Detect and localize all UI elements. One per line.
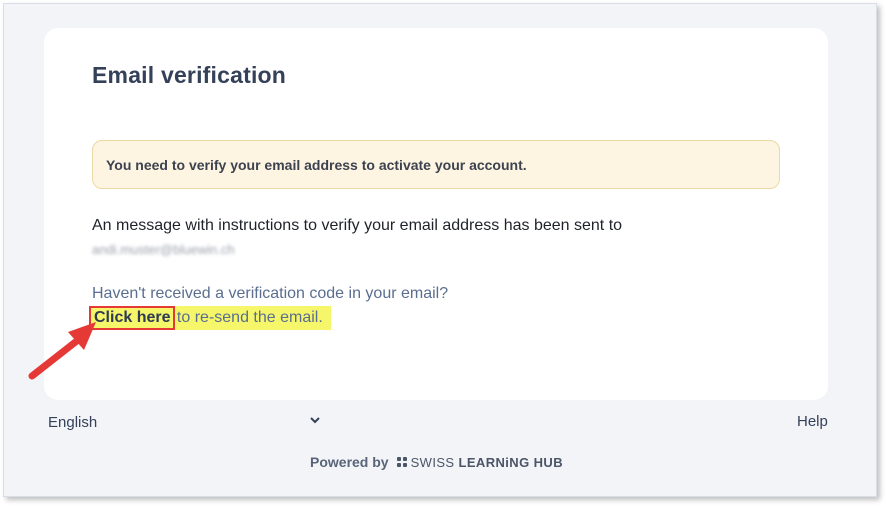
brand-name: SWISS LEARNiNG HUB (410, 454, 563, 470)
chevron-down-icon[interactable] (309, 414, 321, 429)
brand-logo: SWISS LEARNiNG HUB (396, 454, 563, 470)
powered-by: Powered by SWISS LEARNiNG HUB (310, 454, 563, 470)
language-select[interactable]: English (48, 414, 97, 431)
help-link[interactable]: Help (797, 413, 828, 430)
logo-dots-icon (396, 457, 407, 467)
powered-by-label: Powered by (310, 454, 389, 470)
arrow-icon (28, 322, 96, 380)
